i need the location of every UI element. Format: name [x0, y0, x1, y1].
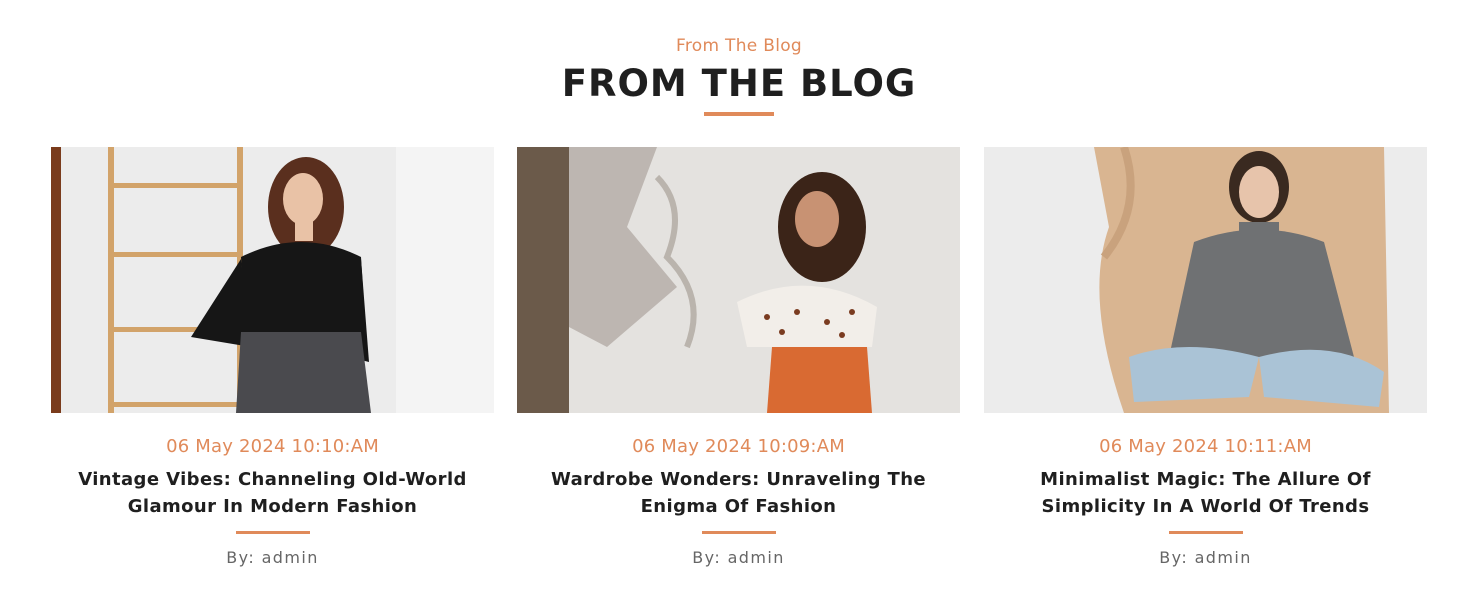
blog-card-image[interactable]	[984, 147, 1427, 413]
post-author: By: admin	[1159, 548, 1252, 567]
post-author: By: admin	[226, 548, 319, 567]
post-date: 06 May 2024 10:10:AM	[166, 436, 379, 457]
section-title: FROM THE BLOG	[561, 62, 917, 105]
blog-card-image[interactable]	[517, 147, 960, 413]
blog-card[interactable]: 06 May 2024 10:09:AM Wardrobe Wonders: U…	[517, 147, 960, 567]
title-underline	[704, 112, 774, 116]
post-title-underline	[235, 531, 310, 534]
post-title-link[interactable]: Minimalist Magic: The Allure Of Simplici…	[984, 466, 1427, 520]
post-author: By: admin	[692, 548, 785, 567]
section-subtitle: From The Blog	[675, 36, 803, 56]
blog-card-image[interactable]	[51, 147, 494, 413]
post-date: 06 May 2024 10:11:AM	[1099, 436, 1312, 457]
woman-floral-top-photo	[517, 147, 960, 413]
post-title-underline	[1168, 531, 1243, 534]
post-title-link[interactable]: Wardrobe Wonders: Unraveling The Enigma …	[517, 466, 960, 520]
woman-grey-sweater-photo	[984, 147, 1427, 413]
post-title-underline	[701, 531, 776, 534]
blog-card[interactable]: 06 May 2024 10:10:AM Vintage Vibes: Chan…	[51, 147, 494, 567]
woman-black-turtleneck-photo	[51, 147, 494, 413]
blog-card[interactable]: 06 May 2024 10:11:AM Minimalist Magic: T…	[984, 147, 1427, 567]
post-date: 06 May 2024 10:09:AM	[632, 436, 845, 457]
post-title-link[interactable]: Vintage Vibes: Channeling Old-World Glam…	[51, 466, 494, 520]
